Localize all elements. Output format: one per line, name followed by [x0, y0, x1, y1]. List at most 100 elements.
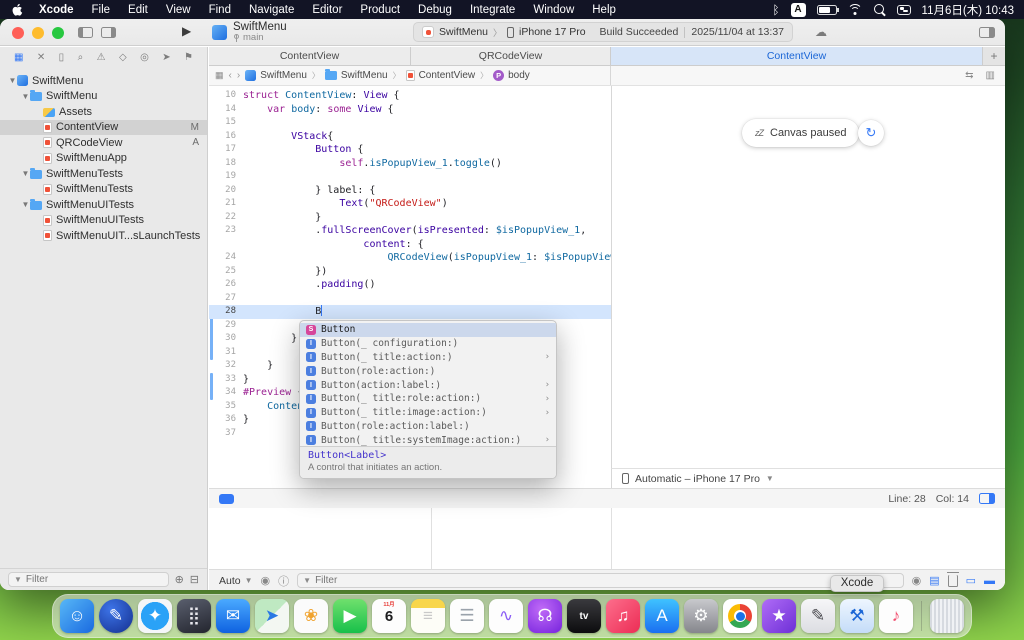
- code-line-23[interactable]: 23 .fullScreenCover(isPresented: $isPopu…: [209, 224, 611, 238]
- bluetooth-icon[interactable]: ᛒ: [772, 3, 779, 17]
- menu-item-editor[interactable]: Editor: [303, 4, 351, 16]
- line-number[interactable]: 19: [209, 170, 243, 184]
- line-number[interactable]: 23: [209, 224, 243, 238]
- control-center-icon[interactable]: [897, 5, 911, 15]
- editor-tab-qrcodeview[interactable]: QRCodeView: [411, 47, 611, 65]
- info-icon[interactable]: ⓘ: [278, 573, 289, 589]
- navigator-item-assets[interactable]: Assets: [0, 104, 207, 120]
- scheme-name[interactable]: SwiftMenu: [439, 26, 488, 38]
- line-number[interactable]: 20: [209, 184, 243, 198]
- filter-recent-icon[interactable]: ⊕: [175, 573, 184, 586]
- launchpad-icon[interactable]: ⣿: [177, 599, 211, 633]
- wifi-icon[interactable]: [848, 4, 863, 15]
- line-number[interactable]: 18: [209, 157, 243, 171]
- bookmarks-navigator-icon[interactable]: ▯: [59, 52, 65, 63]
- run-button[interactable]: ▶: [182, 24, 191, 38]
- canvas-refresh-button[interactable]: ↻: [858, 120, 884, 146]
- forward-button[interactable]: ›: [237, 70, 240, 81]
- clear-console-icon[interactable]: [948, 575, 958, 587]
- menu-item-edit[interactable]: Edit: [119, 4, 157, 16]
- disclosure-triangle[interactable]: ▼: [8, 76, 17, 85]
- photos-icon[interactable]: ❀: [294, 599, 328, 633]
- appstore-icon[interactable]: A: [645, 599, 679, 633]
- code-line-27[interactable]: 27: [209, 292, 611, 306]
- variables-pane-toggle-icon[interactable]: ▭: [966, 574, 976, 587]
- minimize-window-button[interactable]: [32, 27, 44, 39]
- breakpoints-navigator-icon[interactable]: ➤: [162, 52, 170, 63]
- navigator-item-swiftmenu[interactable]: ▼SwiftMenu: [0, 89, 207, 105]
- safari-icon[interactable]: ✦: [138, 599, 172, 633]
- notes-icon[interactable]: ≡: [411, 599, 445, 633]
- navigator-filter-input[interactable]: [26, 574, 163, 585]
- memory-stack-icon[interactable]: ▤: [929, 574, 939, 587]
- toggle-editor-layout-icon[interactable]: [101, 27, 116, 38]
- issues-navigator-icon[interactable]: ⚠: [97, 52, 106, 63]
- line-number[interactable]: 25: [209, 265, 243, 279]
- reports-navigator-icon[interactable]: ⚑: [184, 52, 193, 63]
- line-number[interactable]: 10: [209, 89, 243, 103]
- line-number[interactable]: 35: [209, 400, 243, 414]
- completion-item[interactable]: IButton(role:action:label:): [300, 420, 556, 434]
- line-number[interactable]: 37: [209, 427, 243, 441]
- navigator-item-swiftmenuuit...slaunchtests[interactable]: SwiftMenuUIT...sLaunchTests: [0, 228, 207, 244]
- trash-icon[interactable]: [930, 599, 964, 633]
- back-button[interactable]: ‹: [229, 70, 232, 81]
- menu-item-navigate[interactable]: Navigate: [240, 4, 303, 16]
- disclosure-triangle[interactable]: ▼: [21, 169, 30, 178]
- code-line-10[interactable]: 10struct ContentView: View {: [209, 89, 611, 103]
- menu-item-debug[interactable]: Debug: [409, 4, 461, 16]
- canvas-options-icon[interactable]: ▥: [986, 70, 995, 81]
- related-items-icon[interactable]: ▦: [215, 70, 224, 81]
- media-note-icon[interactable]: ♪: [879, 599, 913, 633]
- star-app-icon[interactable]: ★: [762, 599, 796, 633]
- navigator-item-swiftmenuapp[interactable]: SwiftMenuApp: [0, 151, 207, 167]
- run-destination[interactable]: iPhone 17 Pro: [519, 26, 586, 38]
- navigator-item-contentview[interactable]: ContentViewM: [0, 120, 207, 136]
- close-window-button[interactable]: [12, 27, 24, 39]
- menu-item-file[interactable]: File: [83, 4, 120, 16]
- code-line-16[interactable]: 16 VStack{: [209, 130, 611, 144]
- console-filter-field[interactable]: ▼: [297, 573, 903, 588]
- navigator-item-swiftmenutests[interactable]: ▼SwiftMenuTests: [0, 166, 207, 182]
- menu-clock[interactable]: 11月6日(木) 10:43: [922, 2, 1014, 18]
- code-line-22[interactable]: 22 }: [209, 211, 611, 225]
- code-line-14[interactable]: 14 var body: some View {: [209, 103, 611, 117]
- jump-bar-item-swiftmenu[interactable]: SwiftMenu: [325, 70, 388, 81]
- source-control-navigator-icon[interactable]: ✕: [37, 52, 45, 63]
- apple-menu-icon[interactable]: [10, 3, 24, 17]
- completion-item[interactable]: IButton(_ title:image:action:)›: [300, 406, 556, 420]
- line-number[interactable]: 33: [209, 373, 243, 387]
- menu-item-integrate[interactable]: Integrate: [461, 4, 524, 16]
- debug-navigator-icon[interactable]: ◎: [140, 52, 149, 63]
- navigator-item-qrcodeview[interactable]: QRCodeViewA: [0, 135, 207, 151]
- filter-scm-icon[interactable]: ⊟: [190, 573, 199, 586]
- menu-item-window[interactable]: Window: [524, 4, 583, 16]
- menu-item-view[interactable]: View: [157, 4, 200, 16]
- console-filter-input[interactable]: [315, 575, 898, 586]
- line-number[interactable]: 27: [209, 292, 243, 306]
- menu-item-xcode[interactable]: Xcode: [30, 4, 83, 16]
- quicklook-eye-icon[interactable]: ◉: [912, 574, 922, 587]
- finder-icon[interactable]: ☺: [60, 599, 94, 633]
- editor-tab-contentview[interactable]: ContentView: [209, 47, 411, 65]
- cloud-status-icon[interactable]: ☁: [815, 25, 827, 39]
- podcasts-icon[interactable]: ☊: [528, 599, 562, 633]
- editor-tab-contentview[interactable]: ContentView: [611, 47, 983, 65]
- completion-item[interactable]: IButton(action:label:)›: [300, 378, 556, 392]
- canvas-adjust-icon[interactable]: ⇆: [965, 70, 973, 81]
- toggle-navigator-icon[interactable]: [78, 27, 93, 38]
- music-icon[interactable]: ♫: [606, 599, 640, 633]
- line-number[interactable]: 30: [209, 332, 243, 346]
- code-line-21[interactable]: 21 Text("QRCodeView"): [209, 197, 611, 211]
- code-line-17[interactable]: 17 Button {: [209, 143, 611, 157]
- completion-item[interactable]: IButton(_ title:role:action:)›: [300, 392, 556, 406]
- battery-icon[interactable]: [817, 5, 837, 15]
- freeform-icon[interactable]: ∿: [489, 599, 523, 633]
- calendar-icon[interactable]: 11月6: [372, 599, 406, 633]
- line-number[interactable]: 24: [209, 251, 243, 265]
- line-number[interactable]: 28: [209, 305, 243, 319]
- pencil-app-icon[interactable]: ✎: [801, 599, 835, 633]
- xcode-icon[interactable]: ⚒: [840, 599, 874, 633]
- line-number[interactable]: 17: [209, 143, 243, 157]
- completion-item[interactable]: IButton(role:action:): [300, 364, 556, 378]
